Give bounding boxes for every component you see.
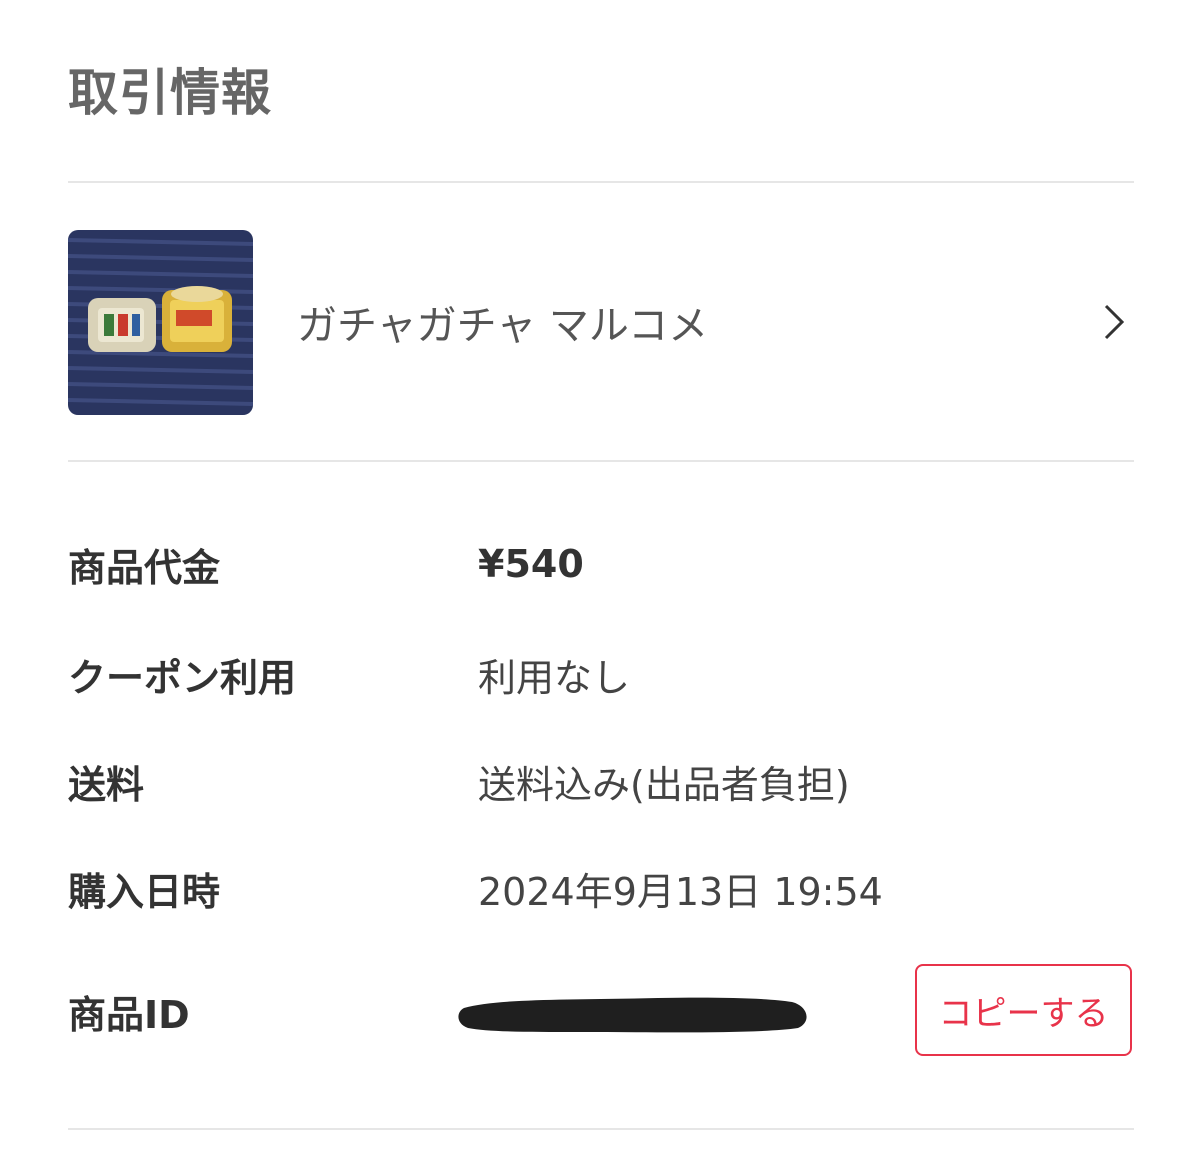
product-thumbnail	[68, 229, 253, 415]
chevron-right-icon	[1094, 302, 1134, 342]
divider	[68, 1128, 1134, 1130]
divider	[68, 181, 1134, 183]
copy-button[interactable]: コピーする	[915, 964, 1132, 1056]
shipping-value: 送料込み(出品者負担)	[478, 762, 850, 807]
section-title: 取引情報	[68, 64, 272, 122]
shipping-row: 送料 送料込み(出品者負担)	[68, 751, 1134, 811]
coupon-label: クーポン利用	[68, 655, 297, 700]
purchase-date-row: 購入日時 2024年9月13日 19:54	[68, 858, 1134, 918]
purchase-date-value: 2024年9月13日 19:54	[478, 869, 883, 914]
coupon-row: クーポン利用 利用なし	[68, 644, 1134, 704]
product-name: ガチャガチャ マルコメ	[297, 303, 709, 349]
coupon-value: 利用なし	[478, 655, 631, 700]
product-link[interactable]: ガチャガチャ マルコメ	[68, 229, 1134, 415]
purchase-date-label: 購入日時	[68, 869, 221, 914]
price-row: 商品代金 ¥540	[68, 534, 1134, 594]
item-id-redaction	[458, 994, 810, 1034]
divider	[68, 460, 1134, 462]
shipping-label: 送料	[68, 762, 145, 807]
price-value: ¥540	[478, 542, 584, 586]
price-label: 商品代金	[68, 545, 221, 590]
item-id-label: 商品ID	[68, 992, 190, 1037]
